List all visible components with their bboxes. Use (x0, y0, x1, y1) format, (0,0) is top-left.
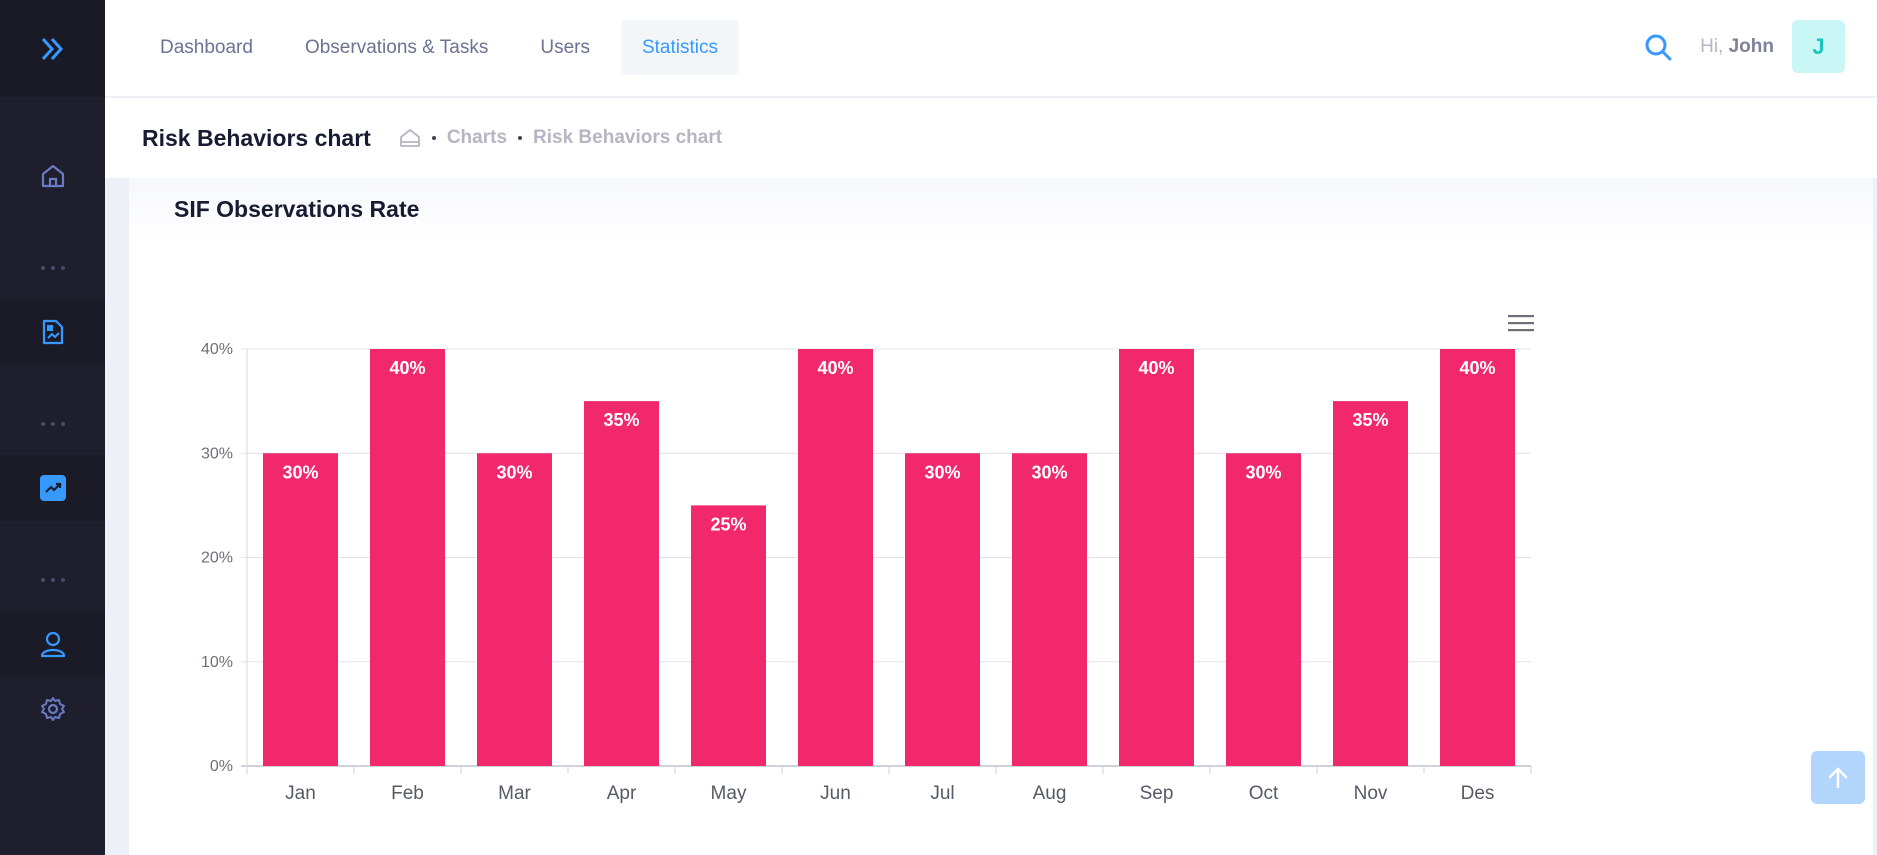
top-header: Dashboard Observations & Tasks Users Sta… (105, 0, 1877, 97)
data-label: 35% (1352, 410, 1388, 430)
x-tick-label: Jan (285, 783, 316, 804)
x-tick-label: May (711, 783, 747, 804)
sidebar (0, 0, 105, 855)
y-tick-label: 40% (201, 341, 233, 358)
nav-statistics[interactable]: Statistics (620, 20, 740, 75)
x-tick-label: Nov (1354, 783, 1388, 804)
y-tick-label: 10% (201, 654, 233, 671)
data-label: 30% (1245, 462, 1281, 482)
breadcrumb-current[interactable]: Risk Behaviors chart (533, 127, 722, 149)
sidebar-item-users[interactable] (0, 611, 105, 677)
sidebar-item-reports[interactable] (0, 299, 105, 365)
x-tick-label: Sep (1140, 783, 1174, 804)
x-tick-label: Des (1461, 783, 1495, 804)
data-label: 40% (1459, 358, 1495, 378)
nav-users[interactable]: Users (519, 20, 611, 75)
x-tick-label: Feb (391, 783, 424, 804)
sidebar-item-settings[interactable] (0, 676, 105, 742)
bar[interactable] (477, 453, 552, 766)
breadcrumb-separator (518, 136, 523, 140)
data-label: 40% (1138, 358, 1174, 378)
arrow-up-icon (1828, 766, 1848, 788)
y-tick-label: 0% (210, 758, 233, 775)
data-label: 30% (496, 462, 532, 482)
sidebar-section-dots (0, 414, 105, 434)
data-label: 25% (710, 514, 746, 534)
main-nav: Dashboard Observations & Tasks Users Sta… (139, 20, 749, 75)
bar[interactable] (1012, 453, 1087, 766)
data-label: 35% (603, 410, 639, 430)
gear-icon (40, 697, 65, 721)
chart-menu-icon[interactable] (1508, 313, 1534, 333)
search-icon[interactable] (1644, 33, 1672, 61)
bar[interactable] (798, 349, 873, 766)
x-tick-label: Oct (1249, 783, 1279, 804)
header-user-area: Hi, John J (1644, 20, 1845, 73)
breadcrumb: Charts Risk Behaviors chart (399, 127, 722, 149)
bar[interactable] (1226, 453, 1301, 766)
document-chart-icon (42, 319, 63, 345)
user-icon (40, 631, 65, 658)
data-label: 30% (924, 462, 960, 482)
bar[interactable] (1333, 401, 1408, 766)
data-label: 30% (1031, 462, 1067, 482)
sidebar-item-statistics[interactable] (0, 455, 105, 521)
subheader: Risk Behaviors chart Charts Risk Behavio… (105, 98, 1877, 178)
breadcrumb-charts[interactable]: Charts (447, 127, 507, 149)
trend-chart-icon (39, 475, 66, 501)
x-tick-label: Mar (498, 783, 531, 804)
avatar[interactable]: J (1792, 20, 1845, 73)
data-label: 40% (389, 358, 425, 378)
data-label: 40% (817, 358, 853, 378)
sidebar-toggle[interactable] (0, 0, 105, 97)
bar[interactable] (905, 453, 980, 766)
y-tick-label: 20% (201, 550, 233, 567)
sidebar-item-home[interactable] (0, 143, 105, 209)
bar[interactable] (1440, 349, 1515, 766)
home-icon[interactable] (399, 127, 421, 149)
nav-dashboard[interactable]: Dashboard (139, 20, 274, 75)
sidebar-section-dots (0, 570, 105, 590)
breadcrumb-separator (431, 136, 436, 140)
scroll-top-button[interactable] (1811, 751, 1865, 804)
bar[interactable] (370, 349, 445, 766)
x-tick-label: Jul (930, 783, 954, 804)
greeting-text: Hi, (1700, 35, 1724, 57)
nav-observations-tasks[interactable]: Observations & Tasks (284, 20, 509, 75)
chart-card: SIF Observations Rate 0% 10% 20% 30% 40% 30% J… (129, 178, 1877, 855)
bar[interactable] (691, 505, 766, 766)
content-edge (1873, 178, 1877, 855)
double-chevron-right-icon[interactable] (38, 34, 68, 64)
bar[interactable] (584, 401, 659, 766)
x-tick-label: Apr (607, 783, 637, 804)
home-icon (41, 164, 64, 188)
sidebar-section-dots (0, 258, 105, 278)
page-title: Risk Behaviors chart (142, 124, 371, 151)
bar[interactable] (263, 453, 338, 766)
x-tick-label: Aug (1033, 783, 1067, 804)
user-name: John (1728, 35, 1774, 57)
data-label: 30% (282, 462, 318, 482)
x-tick-label: Jun (820, 783, 851, 804)
user-greeting[interactable]: Hi, John (1700, 36, 1774, 58)
bar-chart: 0% 10% 20% 30% 40% 30% Jan 40% Feb 30% Mar 35% Apr 25… (201, 341, 1532, 804)
y-tick-label: 30% (201, 445, 233, 462)
bar[interactable] (1119, 349, 1194, 766)
